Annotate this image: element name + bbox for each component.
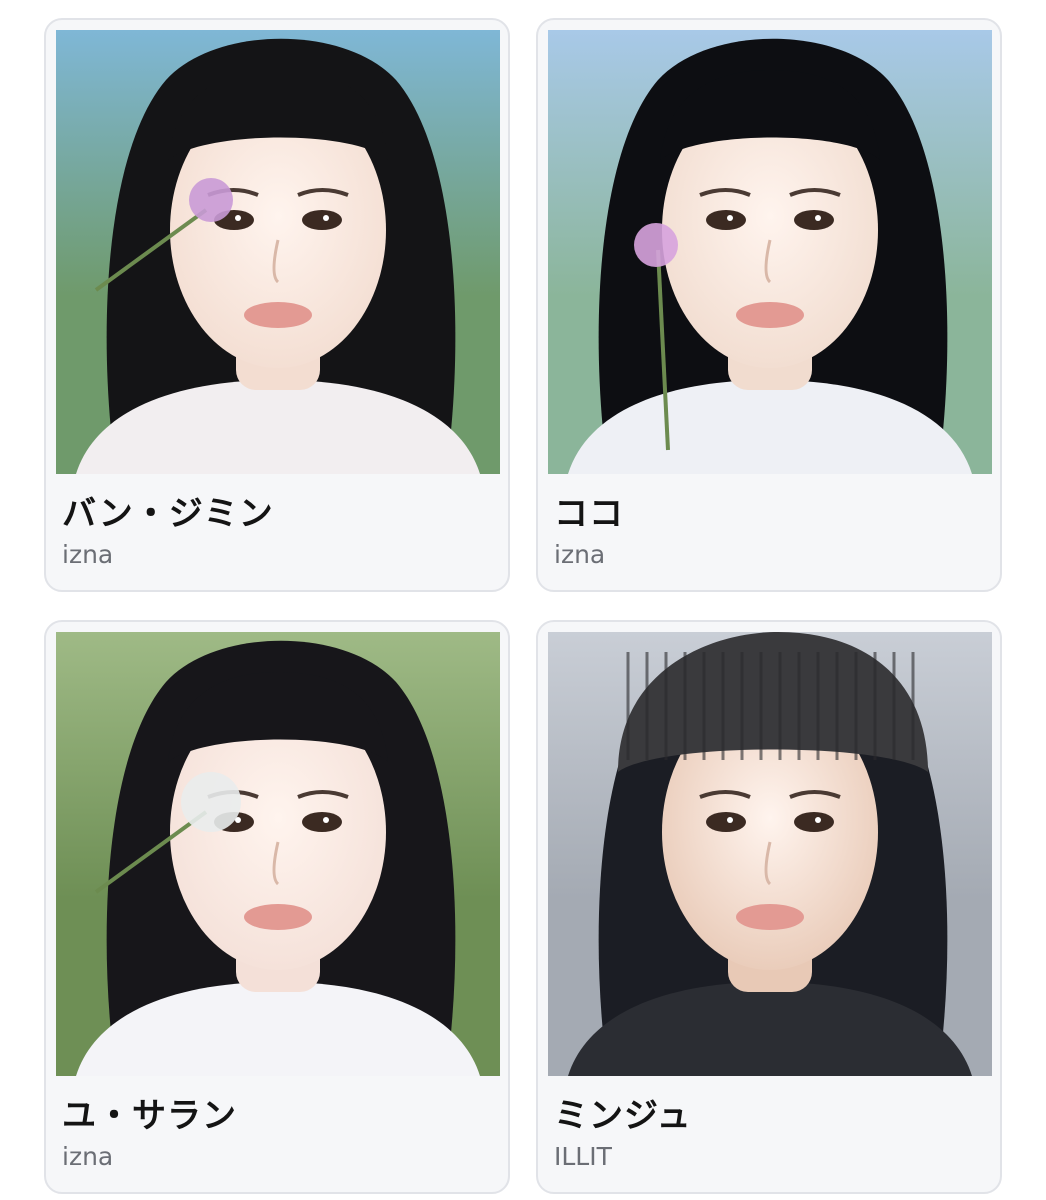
- profile-name: ミンジュ: [554, 1096, 692, 1136]
- profile-group: izna: [62, 540, 114, 569]
- profile-card[interactable]: ココ izna: [536, 18, 1002, 592]
- profile-group: ILLIT: [554, 1142, 612, 1171]
- profile-name: ユ・サラン: [62, 1096, 237, 1136]
- profile-name: ココ: [554, 494, 624, 534]
- profile-photo: [56, 632, 500, 1076]
- profile-photo: [548, 30, 992, 474]
- profile-card[interactable]: ユ・サラン izna: [44, 620, 510, 1194]
- profile-group: izna: [62, 1142, 114, 1171]
- profile-card[interactable]: バン・ジミン izna: [44, 18, 510, 592]
- profile-group: izna: [554, 540, 606, 569]
- profile-card[interactable]: ミンジュ ILLIT: [536, 620, 1002, 1194]
- profile-photo: [548, 632, 992, 1076]
- profile-name: バン・ジミン: [62, 494, 274, 534]
- profile-grid: バン・ジミン izna ココ izna ユ・サラン izna ミンジュ ILLI…: [0, 0, 1046, 1200]
- profile-photo: [56, 30, 500, 474]
